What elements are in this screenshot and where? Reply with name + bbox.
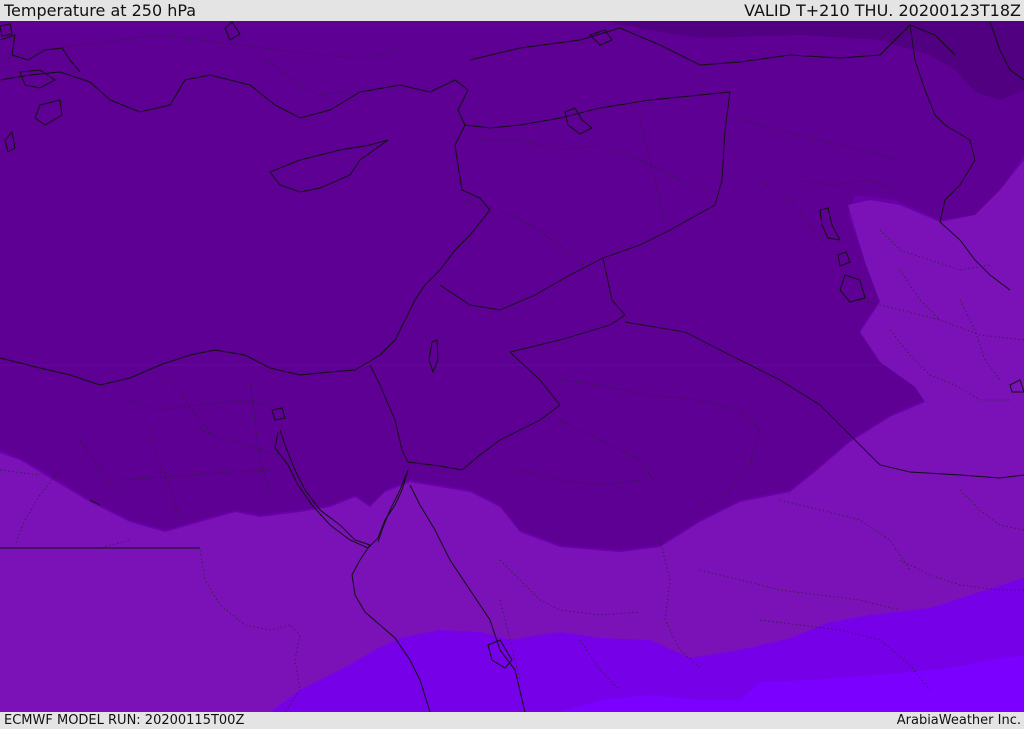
map-title: Temperature at 250 hPa bbox=[4, 1, 197, 20]
map-header: Temperature at 250 hPa VALID T+210 THU. … bbox=[0, 0, 1024, 21]
valid-time: VALID T+210 THU. 20200123T18Z bbox=[744, 1, 1021, 20]
map-footer: ECMWF MODEL RUN: 20200115T00Z ArabiaWeat… bbox=[0, 712, 1024, 729]
temperature-map bbox=[0, 21, 1024, 712]
credit: ArabiaWeather Inc. bbox=[896, 713, 1021, 728]
model-run: ECMWF MODEL RUN: 20200115T00Z bbox=[4, 713, 245, 728]
